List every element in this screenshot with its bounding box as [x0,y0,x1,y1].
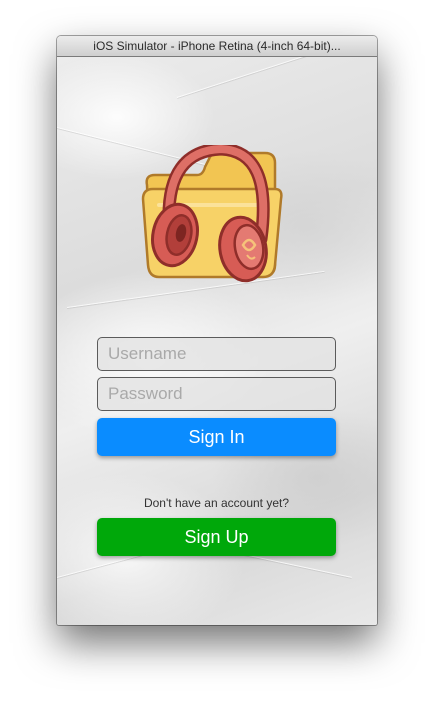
username-field[interactable] [97,337,336,371]
sign-up-button[interactable]: Sign Up [97,518,336,556]
paper-crease [176,57,377,98]
simulator-window: iOS Simulator - iPhone Retina (4-inch 64… [57,36,377,625]
signup-prompt: Don't have an account yet? [143,496,290,510]
folder-with-headphones-icon [141,142,283,283]
password-field[interactable] [97,377,336,411]
sign-in-button[interactable]: Sign In [97,418,336,456]
app-logo [137,142,291,287]
app-screen: Sign In Don't have an account yet? Sign … [57,57,377,625]
window-title: iOS Simulator - iPhone Retina (4-inch 64… [57,36,377,57]
